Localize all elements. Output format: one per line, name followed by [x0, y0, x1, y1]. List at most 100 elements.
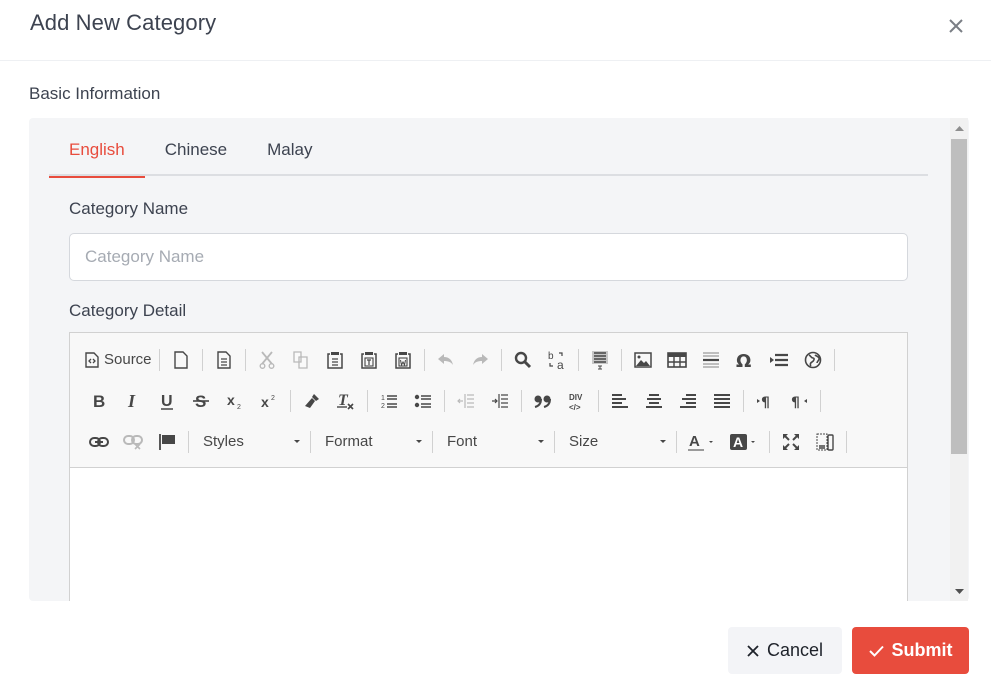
new-page-button[interactable]: [167, 346, 195, 374]
ltr-button[interactable]: ¶: [751, 387, 779, 415]
close-icon: [949, 19, 963, 33]
toolbar-separator: [577, 348, 579, 371]
redo-button[interactable]: [466, 346, 494, 374]
close-button[interactable]: [944, 14, 968, 38]
preview-button[interactable]: [210, 346, 238, 374]
toolbar-separator: [432, 430, 433, 453]
tab-english[interactable]: English: [49, 130, 145, 178]
justify-button[interactable]: [708, 387, 736, 415]
remove-format-icon: T: [337, 392, 354, 410]
cut-button[interactable]: [253, 346, 281, 374]
copy-icon: [292, 350, 308, 369]
format-dropdown[interactable]: Format: [315, 428, 428, 456]
align-right-icon: [680, 393, 696, 408]
numbered-list-icon: 12: [381, 395, 397, 410]
styles-dropdown-label: Styles: [203, 433, 244, 450]
align-right-button[interactable]: [674, 387, 702, 415]
show-blocks-button[interactable]: [811, 428, 839, 456]
paste-text-button[interactable]: [355, 346, 383, 374]
close-icon: [747, 644, 759, 657]
source-button[interactable]: Source: [85, 346, 152, 374]
svg-text:1: 1: [381, 395, 385, 402]
tab-chinese[interactable]: Chinese: [145, 130, 247, 176]
numbered-list-button[interactable]: 12: [375, 387, 403, 415]
remove-format-button[interactable]: T: [332, 387, 360, 415]
paste-text-icon: [360, 351, 377, 369]
paste-button[interactable]: [321, 346, 349, 374]
toolbar-row-1: Source b a Ω: [82, 339, 907, 380]
maximize-icon: [783, 433, 799, 450]
maximize-button[interactable]: [777, 428, 805, 456]
indent-button[interactable]: [486, 387, 514, 415]
editor-toolbar: Source b a Ω B I U S x 2 x 2 T 1 2 DIV <…: [70, 333, 907, 468]
text-color-button[interactable]: A: [684, 428, 720, 456]
copy-format-button[interactable]: [298, 387, 326, 415]
horizontal-line-button[interactable]: [697, 346, 725, 374]
font-dropdown[interactable]: Font: [437, 428, 550, 456]
panel-scrollbar[interactable]: [950, 118, 968, 601]
svg-text:2: 2: [237, 404, 241, 410]
page-break-button[interactable]: [765, 346, 793, 374]
image-button[interactable]: [629, 346, 657, 374]
anchor-button[interactable]: [153, 428, 181, 456]
chevron-down-icon: [538, 440, 544, 443]
copy-button[interactable]: [287, 346, 315, 374]
special-char-button[interactable]: Ω: [731, 346, 759, 374]
svg-text:DIV: DIV: [569, 393, 583, 402]
styles-dropdown[interactable]: Styles: [193, 428, 306, 456]
div-button[interactable]: DIV </>: [563, 387, 591, 415]
paste-word-button[interactable]: [389, 346, 417, 374]
source-icon: [85, 351, 99, 368]
replace-icon: ba: [548, 351, 564, 370]
submit-button[interactable]: Submit: [852, 627, 969, 674]
paste-word-icon: [394, 351, 411, 369]
superscript-icon: x2: [261, 394, 275, 410]
scroll-up-button[interactable]: [950, 118, 968, 138]
category-name-input[interactable]: [69, 233, 908, 281]
outdent-button[interactable]: [452, 387, 480, 415]
tab-malay[interactable]: Malay: [247, 130, 332, 176]
unlink-button[interactable]: [119, 428, 147, 456]
rtl-button[interactable]: ¶: [785, 387, 813, 415]
div-icon: DIV</>: [569, 393, 583, 411]
subscript-button[interactable]: x2: [221, 387, 249, 415]
italic-icon: I: [127, 392, 136, 410]
font-dropdown-label: Font: [447, 433, 478, 450]
rtl-icon: ¶: [791, 395, 807, 409]
bulleted-list-button[interactable]: [409, 387, 437, 415]
section-title: Basic Information: [29, 84, 161, 103]
svg-text:x: x: [227, 392, 235, 408]
italic-button[interactable]: I: [119, 387, 147, 415]
replace-button[interactable]: ba: [543, 346, 571, 374]
align-center-button[interactable]: [640, 387, 668, 415]
arrow-down-icon: [954, 588, 964, 594]
iframe-button[interactable]: [799, 346, 827, 374]
select-all-button[interactable]: [586, 346, 614, 374]
bulleted-list-icon: [414, 394, 431, 408]
svg-text:U: U: [161, 393, 173, 410]
horizontal-line-icon: [702, 351, 719, 368]
new-page-icon: [173, 350, 188, 369]
bold-button[interactable]: B: [85, 387, 113, 415]
undo-button[interactable]: [432, 346, 460, 374]
scroll-thumb[interactable]: [951, 139, 967, 454]
table-button[interactable]: [663, 346, 691, 374]
blockquote-button[interactable]: [529, 387, 557, 415]
align-left-button[interactable]: [606, 387, 634, 415]
toolbar-separator: [521, 389, 522, 412]
bg-color-button[interactable]: A: [726, 428, 762, 456]
underline-button[interactable]: U: [153, 387, 181, 415]
link-button[interactable]: [85, 428, 113, 456]
size-dropdown[interactable]: Size: [559, 428, 672, 456]
svg-text:a: a: [557, 358, 564, 370]
svg-text:Ω: Ω: [736, 351, 751, 369]
editor-content-area[interactable]: [70, 468, 907, 601]
toolbar-separator: [290, 389, 291, 412]
cancel-button[interactable]: Cancel: [728, 627, 842, 674]
strike-button[interactable]: S: [187, 387, 215, 415]
select-all-icon: [591, 350, 608, 369]
category-detail-label: Category Detail: [69, 301, 187, 320]
find-button[interactable]: [509, 346, 537, 374]
superscript-button[interactable]: x2: [255, 387, 283, 415]
scroll-down-button[interactable]: [950, 581, 968, 601]
